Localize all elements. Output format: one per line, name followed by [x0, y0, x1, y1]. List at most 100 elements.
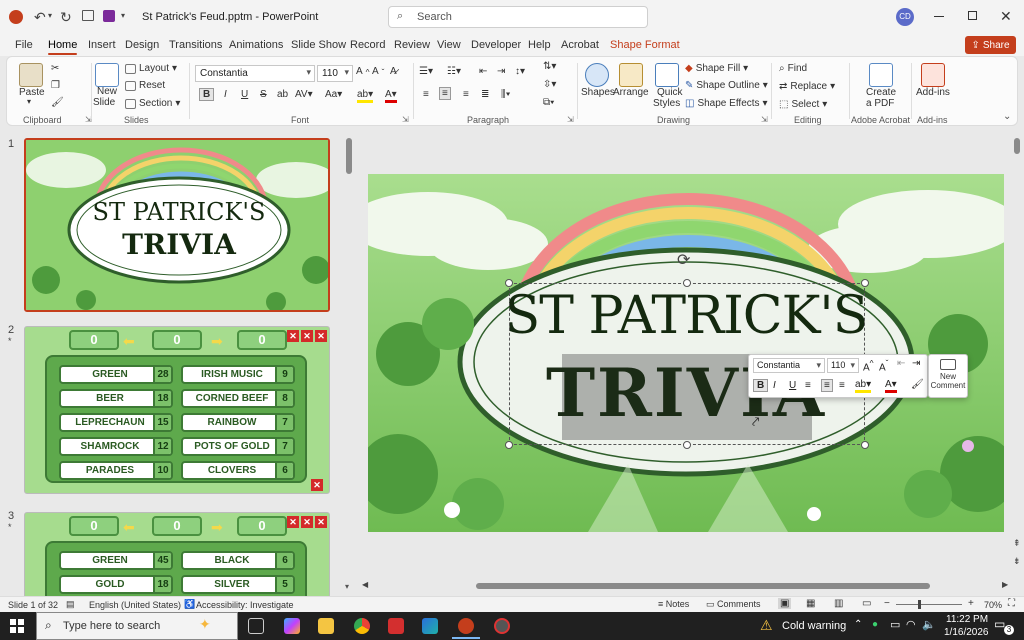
mini-font-color-icon[interactable]: A▾ [885, 379, 897, 393]
cut-icon[interactable]: ✂ [51, 63, 59, 74]
mini-font-select[interactable]: Constantia [753, 358, 825, 373]
change-case-button[interactable]: Aa▾ [325, 89, 342, 100]
mini-decrease-indent-icon[interactable]: ⇤ [897, 358, 905, 369]
mini-increase-indent-icon[interactable]: ⇥ [912, 358, 920, 369]
maximize-icon[interactable] [968, 11, 977, 20]
mini-align-left-icon[interactable]: ≡ [805, 380, 811, 391]
file-explorer-icon[interactable] [318, 618, 334, 634]
present-icon[interactable] [82, 10, 94, 21]
spelling-check-icon[interactable]: ▤ [66, 599, 75, 610]
zoom-in-icon[interactable]: + [968, 598, 974, 609]
main-slide[interactable]: ST PATRICK'S TRIVIA ⟳ [368, 174, 1004, 532]
shape-fill-button[interactable]: ◆ Shape Fill ▾ [685, 63, 748, 74]
slideshow-view-icon[interactable]: ▭ [862, 598, 871, 609]
app-icon[interactable] [494, 618, 510, 634]
drawing-launcher-icon[interactable]: ⇲ [761, 115, 768, 124]
thumbnail-slide-3[interactable]: 0 ⬅ 0 ➡ 0 ✕ ✕ ✕ GREEN 45 GOLD 18 BLACK 6 SI… [24, 512, 330, 596]
increase-font-icon[interactable]: A ^ [356, 66, 370, 77]
copilot-icon[interactable] [284, 618, 300, 634]
next-slide-icon[interactable]: ⇟ [1013, 556, 1021, 567]
chrome-icon[interactable] [354, 618, 370, 634]
wifi-icon[interactable]: ◠ [906, 618, 916, 631]
search-box[interactable]: ⌕ Search [388, 6, 648, 28]
tab-animations[interactable]: Animations [229, 39, 283, 51]
slide-sorter-icon[interactable]: ▦ [806, 598, 815, 609]
weather-warning-icon[interactable]: ⚠ [760, 617, 773, 634]
add-ins-icon[interactable] [921, 63, 945, 87]
quick-styles-label2[interactable]: Styles [653, 98, 680, 109]
undo-icon[interactable]: ↶ [34, 9, 46, 26]
resize-handle[interactable] [861, 279, 869, 287]
increase-indent-icon[interactable]: ⇥ [497, 66, 505, 77]
reset-button[interactable]: Reset [125, 80, 165, 91]
paste-dropdown-icon[interactable]: ▾ [27, 97, 31, 106]
char-spacing-button[interactable]: AV▾ [295, 89, 313, 100]
select-button[interactable]: ⬚ Select ▾ [779, 99, 827, 110]
mini-highlight-icon[interactable]: ab▾ [855, 379, 872, 393]
create-pdf-label2[interactable]: a PDF [866, 98, 894, 109]
arrange-icon[interactable] [619, 63, 643, 87]
mini-bold-button[interactable]: B [753, 379, 769, 392]
shadow-text-button[interactable]: ab [277, 89, 288, 100]
justify-icon[interactable]: ≣ [481, 89, 489, 100]
align-right-icon[interactable]: ≡ [463, 89, 469, 100]
resize-handle[interactable] [683, 279, 691, 287]
prev-slide-icon[interactable]: ⇞ [1013, 538, 1021, 549]
mini-decrease-font-icon[interactable]: Aˇ [879, 358, 888, 373]
line-spacing-icon[interactable]: ↕▾ [515, 66, 525, 77]
shape-outline-button[interactable]: ✎ Shape Outline ▾ [685, 80, 768, 91]
font-size-select[interactable]: 110 [317, 65, 353, 82]
add-ins-button[interactable]: Add-ins [916, 87, 950, 98]
mini-format-painter-icon[interactable]: 🖌 [911, 379, 924, 390]
align-text-icon[interactable]: ⇳▾ [543, 79, 556, 90]
new-comment-button[interactable]: New Comment [928, 354, 968, 398]
underline-button[interactable]: U [241, 89, 248, 100]
comments-button[interactable]: ▭ Comments [706, 599, 761, 610]
layout-button[interactable]: Layout ▾ [125, 63, 177, 74]
slide-thumbnail-pane[interactable]: 1 ST PATRICK'S TRIVIA 2 * 0 ⬅ 0 ➡ 0 ✕ ✕ [0, 128, 358, 596]
replace-button[interactable]: ⇄ Replace ▾ [779, 81, 835, 92]
highlight-color-icon[interactable]: ab▾ [357, 89, 374, 103]
italic-button[interactable]: I [224, 89, 227, 100]
slide-counter[interactable]: Slide 1 of 32 [8, 600, 58, 610]
quick-styles-label[interactable]: Quick [657, 87, 683, 98]
scroll-down-icon[interactable]: ▾ [345, 582, 349, 591]
tab-view[interactable]: View [437, 39, 461, 51]
tray-overflow-icon[interactable]: ⌃ [854, 619, 862, 630]
text-direction-icon[interactable]: ⇅▾ [543, 61, 556, 72]
smartart-icon[interactable]: ⧉▾ [543, 97, 554, 108]
resize-handle[interactable] [505, 279, 513, 287]
network-icon[interactable]: ▭ [890, 618, 900, 631]
format-painter-icon[interactable]: 🖌 [51, 97, 64, 108]
windows-start-icon[interactable] [10, 619, 24, 633]
acrobat-icon[interactable] [388, 618, 404, 634]
decrease-indent-icon[interactable]: ⇤ [479, 66, 487, 77]
bold-button[interactable]: B [199, 88, 215, 101]
new-slide-label[interactable]: New [97, 86, 117, 97]
quick-styles-icon[interactable] [655, 63, 679, 87]
accessibility-status[interactable]: Accessibility: Investigate [196, 600, 294, 610]
user-avatar[interactable]: CD [896, 8, 914, 26]
decrease-font-icon[interactable]: Aˇ [372, 66, 384, 77]
paragraph-launcher-icon[interactable]: ⇲ [567, 115, 574, 124]
mini-align-center-icon[interactable]: ≡ [821, 379, 833, 392]
shapes-button[interactable]: Shapes [581, 87, 615, 98]
notes-button[interactable]: ≡ Notes [658, 599, 689, 609]
accessibility-icon[interactable]: ♿ [184, 599, 195, 610]
tab-design[interactable]: Design [125, 39, 159, 51]
tab-developer[interactable]: Developer [471, 39, 521, 51]
clock-date[interactable]: 1/16/2026 [944, 627, 989, 638]
scroll-right-icon[interactable]: ▶ [1002, 580, 1008, 589]
paste-button[interactable]: Paste [19, 87, 45, 98]
language-indicator[interactable]: English (United States) [89, 600, 181, 610]
weather-status[interactable]: Cold warning [782, 620, 846, 632]
thumbnail-slide-2[interactable]: 0 ⬅ 0 ➡ 0 ✕ ✕ ✕ GREEN 28 BEER 18 LEPRECHAU… [24, 326, 330, 494]
tab-file[interactable]: File [15, 39, 33, 51]
minimize-icon[interactable] [934, 16, 944, 17]
resize-handle[interactable] [861, 441, 869, 449]
task-view-icon[interactable] [248, 618, 264, 634]
shapes-icon[interactable] [585, 63, 609, 87]
tab-help[interactable]: Help [528, 39, 551, 51]
thumbnail-scrollbar[interactable] [346, 138, 352, 174]
clock-time[interactable]: 11:22 PM [946, 614, 988, 625]
